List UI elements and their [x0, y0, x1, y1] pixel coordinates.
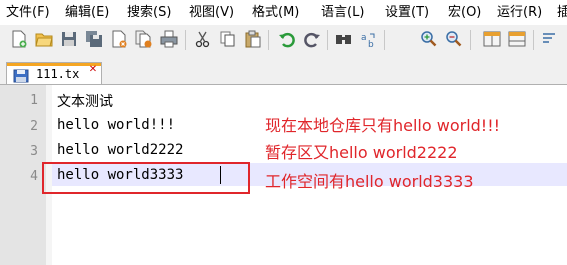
tab-bar: 111.tx ✕	[0, 56, 567, 85]
annotation-note-3: 工作空间有hello world3333	[265, 172, 474, 191]
word-wrap-icon[interactable]	[539, 28, 561, 50]
toolbar-separator	[384, 30, 385, 50]
tab-111-txt[interactable]: 111.tx ✕	[6, 62, 102, 84]
line-text[interactable]: hello world!!!	[57, 117, 175, 133]
close-icon[interactable]	[108, 28, 130, 50]
menu-format[interactable]: 格式(M)	[252, 5, 299, 21]
annotation-note-2: 暂存区又hello world2222	[265, 143, 458, 162]
paste-icon[interactable]	[242, 28, 264, 50]
zoom-out-icon[interactable]	[443, 28, 465, 50]
menu-file[interactable]: 文件(F)	[6, 5, 50, 21]
new-file-icon[interactable]	[8, 28, 30, 50]
line-number: 3	[30, 144, 38, 159]
line-text[interactable]: 文本测试	[57, 91, 113, 111]
toolbar-separator	[268, 30, 269, 50]
menu-settings[interactable]: 设置(T)	[385, 5, 429, 21]
menu-search[interactable]: 搜索(S)	[127, 5, 171, 21]
menu-run[interactable]: 运行(R)	[497, 5, 542, 21]
menu-macro[interactable]: 宏(O)	[448, 5, 481, 21]
print-icon[interactable]	[158, 28, 180, 50]
svg-text:a: a	[361, 33, 367, 43]
undo-icon[interactable]	[276, 28, 298, 50]
sync-vertical-icon[interactable]	[481, 28, 503, 50]
menu-edit[interactable]: 编辑(E)	[65, 5, 109, 21]
close-all-icon[interactable]	[133, 28, 155, 50]
svg-text:b: b	[368, 40, 374, 48]
toolbar-separator	[470, 30, 471, 50]
find-icon[interactable]	[333, 28, 355, 50]
editor-area[interactable]: 1 文本测试 2 hello world!!! 3 hello world222…	[0, 85, 567, 265]
copy-icon[interactable]	[217, 28, 239, 50]
redo-icon[interactable]	[301, 28, 323, 50]
sync-horizontal-icon[interactable]	[506, 28, 528, 50]
toolbar-separator	[185, 30, 186, 50]
highlight-box	[42, 162, 250, 194]
toolbar-separator	[533, 30, 534, 50]
tab-close-icon[interactable]: ✕	[88, 65, 98, 75]
menu-view[interactable]: 视图(V)	[189, 5, 234, 21]
replace-icon[interactable]: ab	[358, 28, 380, 50]
save-all-icon[interactable]	[83, 28, 105, 50]
line-number: 1	[30, 93, 38, 108]
cut-icon[interactable]	[192, 28, 214, 50]
zoom-in-icon[interactable]	[418, 28, 440, 50]
toolbar: ab	[0, 25, 567, 56]
menu-plugins[interactable]: 插	[557, 5, 567, 21]
save-icon[interactable]	[58, 28, 80, 50]
line-number: 2	[30, 119, 38, 134]
menu-bar: 文件(F) 编辑(E) 搜索(S) 视图(V) 格式(M) 语言(L) 设置(T…	[0, 0, 567, 25]
tab-active-indicator	[7, 63, 101, 66]
menu-language[interactable]: 语言(L)	[321, 5, 364, 21]
toolbar-separator	[327, 30, 328, 50]
tab-label: 111.tx	[36, 67, 80, 81]
line-text[interactable]: hello world2222	[57, 142, 183, 158]
line-number: 4	[30, 169, 38, 184]
annotation-note-1: 现在本地仓库只有hello world!!!	[265, 116, 501, 135]
open-file-icon[interactable]	[33, 28, 55, 50]
